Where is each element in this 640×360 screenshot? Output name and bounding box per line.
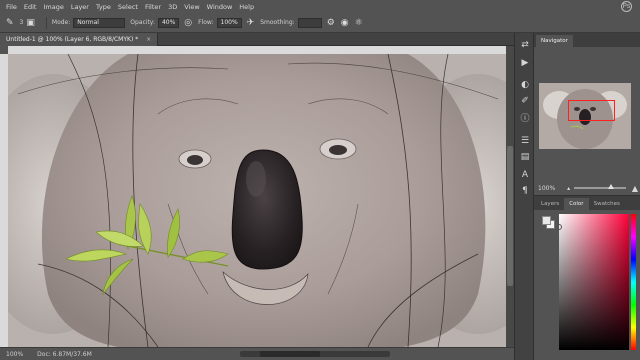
- foreground-color-swatch[interactable]: [542, 216, 551, 225]
- opacity-field[interactable]: 40%: [157, 17, 180, 28]
- horizontal-scrollbar[interactable]: [240, 351, 390, 357]
- status-bar: 100% Doc: 6.87M/37.6M: [0, 347, 514, 360]
- libraries-icon[interactable]: ▤: [519, 151, 531, 163]
- brush-size-value[interactable]: 3: [20, 19, 24, 26]
- menu-filter[interactable]: Filter: [145, 3, 161, 11]
- menu-window[interactable]: Window: [207, 3, 233, 11]
- navigator-zoom-value[interactable]: 100%: [538, 185, 555, 192]
- zoom-slider-knob[interactable]: [608, 184, 615, 189]
- hue-slider[interactable]: [631, 214, 636, 350]
- photoshop-window: File Edit Image Layer Type Select Filter…: [0, 0, 640, 360]
- navigator-zoom: 100% ▴ ▲: [538, 183, 638, 193]
- brush-panel-icon[interactable]: ▣: [26, 18, 35, 28]
- brush-tool-icon[interactable]: ✎: [6, 18, 14, 28]
- divider: [45, 16, 47, 29]
- symmetry-icon[interactable]: ⚛: [355, 18, 363, 28]
- close-icon[interactable]: ×: [146, 36, 151, 43]
- smoothing-field[interactable]: [297, 17, 322, 28]
- color-picker-cursor[interactable]: [556, 224, 562, 230]
- menu-file[interactable]: File: [6, 3, 17, 11]
- gear-icon[interactable]: ⚙: [327, 18, 335, 28]
- vertical-scrollbar[interactable]: [506, 46, 514, 347]
- paragraph-icon[interactable]: ¶: [519, 185, 531, 197]
- tab-swatches[interactable]: Swatches: [589, 198, 625, 210]
- menu-3d[interactable]: 3D: [168, 3, 177, 11]
- properties-icon[interactable]: ☰: [519, 135, 531, 147]
- navigator-thumbnail[interactable]: [539, 83, 631, 149]
- fg-bg-swatches[interactable]: [542, 216, 556, 230]
- menu-image[interactable]: Image: [43, 3, 63, 11]
- brush-settings-icon[interactable]: ✐: [519, 95, 531, 107]
- menu-select[interactable]: Select: [118, 3, 138, 11]
- status-zoom[interactable]: 100%: [6, 351, 23, 358]
- play-action-icon[interactable]: ▶: [519, 57, 531, 69]
- color-panel: Layers Color Swatches: [534, 195, 640, 360]
- koala-painting: [8, 54, 506, 347]
- history-icon[interactable]: ⇄: [519, 39, 531, 51]
- pressure-opacity-icon[interactable]: ◎: [184, 18, 192, 28]
- tab-layers[interactable]: Layers: [536, 198, 564, 210]
- document-tab-bar: Untitled-1 @ 100% (Layer 6, RGB/8/CMYK) …: [0, 33, 514, 46]
- menu-layer[interactable]: Layer: [71, 3, 89, 11]
- tab-color[interactable]: Color: [564, 198, 589, 210]
- options-bar: ✎ 3 ▣ Mode: Normal Opacity: 40% ◎ Flow: …: [0, 13, 640, 33]
- zoom-in-icon[interactable]: ▲: [632, 184, 638, 193]
- info-icon[interactable]: ⓘ: [519, 113, 531, 125]
- document-tab[interactable]: Untitled-1 @ 100% (Layer 6, RGB/8/CMYK) …: [0, 33, 159, 46]
- horizontal-scroll-thumb[interactable]: [260, 351, 320, 357]
- menu-bar: File Edit Image Layer Type Select Filter…: [0, 0, 640, 13]
- navigator-view-box[interactable]: [568, 100, 615, 121]
- mode-select[interactable]: Normal: [73, 17, 126, 28]
- flow-field[interactable]: 100%: [216, 17, 242, 28]
- tab-navigator[interactable]: Navigator: [536, 35, 573, 47]
- zoom-slider[interactable]: [574, 184, 626, 189]
- document-canvas[interactable]: [8, 54, 506, 347]
- pressure-size-icon[interactable]: ◉: [341, 18, 349, 28]
- color-picker-field[interactable]: [556, 214, 629, 350]
- menu-edit[interactable]: Edit: [24, 3, 37, 11]
- color-panel-tabs: Layers Color Swatches: [534, 196, 640, 210]
- zoom-out-icon[interactable]: ▴: [567, 185, 570, 192]
- menu-help[interactable]: Help: [239, 3, 254, 11]
- navigator-panel: Navigator 100% ▴ ▲: [534, 33, 640, 195]
- adjustments-icon[interactable]: ◐: [519, 79, 531, 91]
- flow-label: Flow:: [198, 19, 214, 26]
- character-icon[interactable]: A: [519, 169, 531, 181]
- menu-view[interactable]: View: [184, 3, 199, 11]
- status-doc-info[interactable]: Doc: 6.87M/37.6M: [37, 351, 92, 358]
- koala-nose: [231, 149, 303, 270]
- document-tab-title: Untitled-1 @ 100% (Layer 6, RGB/8/CMYK) …: [6, 36, 139, 43]
- navigator-tabs: Navigator: [534, 33, 640, 47]
- smoothing-label: Smoothing:: [260, 19, 295, 26]
- panel-icon-bar: ⇄ ▶ ◐ ✐ ⓘ ☰ ▤ A ¶: [514, 33, 534, 360]
- app-logo: Ps: [621, 1, 632, 12]
- airbrush-icon[interactable]: ✈: [247, 18, 255, 28]
- horizontal-ruler: [8, 46, 506, 54]
- vertical-scroll-thumb[interactable]: [507, 146, 513, 286]
- menu-type[interactable]: Type: [96, 3, 111, 11]
- mode-label: Mode:: [51, 19, 71, 26]
- vertical-ruler: [0, 54, 8, 347]
- opacity-label: Opacity:: [130, 19, 155, 26]
